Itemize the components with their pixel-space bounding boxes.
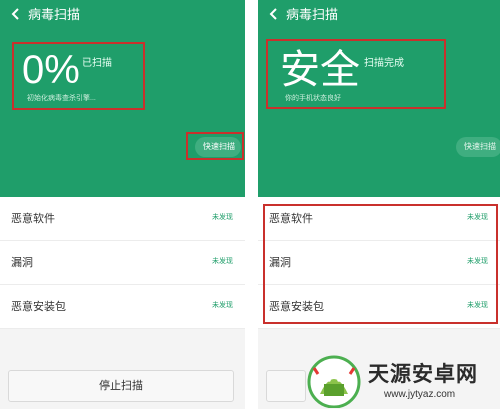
back-arrow-icon[interactable]	[8, 6, 24, 22]
list-item: 恶意软件 未发现	[0, 197, 245, 241]
scan-header: 病毒扫描 安全 扫描完成 你的手机状态良好 快速扫描	[258, 0, 500, 197]
scan-results-list: 恶意软件 未发现 漏洞 未发现 恶意安装包 未发现	[0, 197, 245, 329]
highlight-box	[266, 39, 446, 109]
page-title: 病毒扫描	[28, 7, 81, 22]
highlight-box	[12, 42, 145, 110]
page-title: 病毒扫描	[286, 7, 339, 22]
left-screen: 病毒扫描 0% 已扫描 初始化病毒查杀引擎... 快速扫描 恶意软件 未发现 漏…	[0, 0, 245, 409]
result-label: 恶意软件	[11, 213, 55, 225]
top-bar: 病毒扫描	[8, 4, 80, 23]
watermark-url: www.jytyaz.com	[384, 389, 456, 400]
back-arrow-icon[interactable]	[266, 6, 282, 22]
result-value: 未发现	[212, 214, 233, 221]
result-label: 漏洞	[11, 257, 33, 269]
android-logo-icon	[306, 354, 362, 409]
highlight-box	[263, 204, 498, 324]
list-item: 漏洞 未发现	[0, 241, 245, 285]
highlight-box	[186, 132, 244, 160]
watermark-name: 天源安卓网	[368, 362, 478, 386]
quick-scan-button[interactable]: 快速扫描	[456, 137, 500, 157]
result-value: 未发现	[212, 258, 233, 265]
scan-header: 病毒扫描 0% 已扫描 初始化病毒查杀引擎... 快速扫描	[0, 0, 245, 197]
right-screen: 病毒扫描 安全 扫描完成 你的手机状态良好 快速扫描 恶意软件 未发现 漏洞 未…	[258, 0, 500, 409]
result-label: 恶意安装包	[11, 301, 66, 313]
list-item: 恶意安装包 未发现	[0, 285, 245, 329]
result-value: 未发现	[212, 302, 233, 309]
site-watermark: 天源安卓网 www.jytyaz.com	[300, 352, 500, 409]
stop-scan-button[interactable]: 停止扫描	[8, 370, 234, 402]
top-bar: 病毒扫描	[266, 4, 338, 23]
